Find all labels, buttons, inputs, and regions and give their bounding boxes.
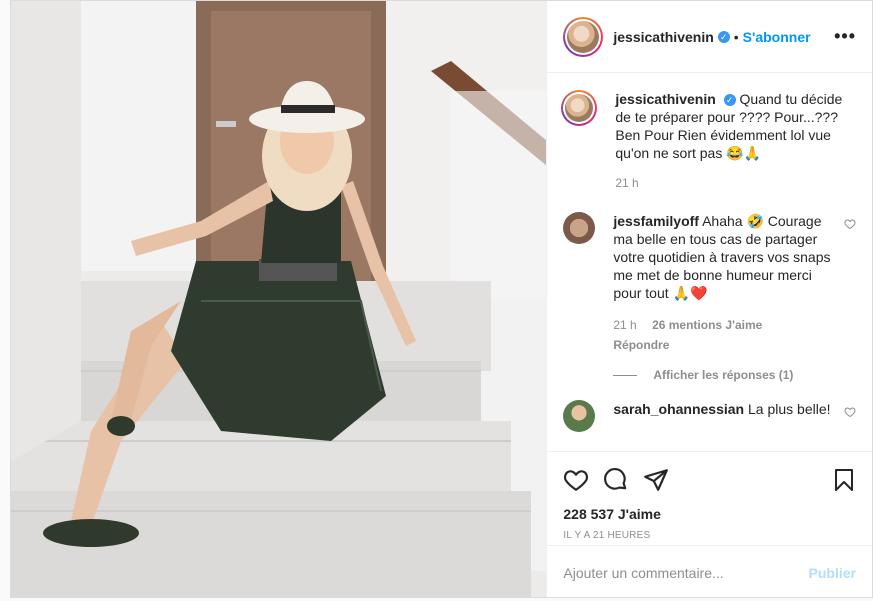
comment-username[interactable]: jessfamilyoff [613, 213, 699, 229]
caption-time[interactable]: 21 h [615, 174, 843, 192]
follow-button[interactable]: S'abonner [743, 29, 811, 45]
author-avatar[interactable] [563, 16, 604, 57]
reply-button[interactable]: Répondre [613, 338, 669, 352]
comment-like-heart-icon[interactable] [844, 406, 856, 418]
verified-badge-icon: ✓ [717, 30, 730, 43]
publish-button[interactable]: Publier [809, 565, 856, 581]
instagram-post: jessicathivenin ✓ • S'abonner ••• jessic… [10, 0, 873, 598]
post-timestamp: IL Y A 21 HEURES [563, 530, 651, 541]
caption-avatar[interactable] [561, 90, 598, 126]
author-username[interactable]: jessicathivenin [613, 29, 713, 45]
show-replies-button[interactable]: Afficher les réponses (1) [613, 368, 856, 382]
comment-text: La plus belle! [748, 401, 831, 417]
caption: jessicathivenin ✓ Quand tu décide de te … [561, 90, 856, 192]
comment-like-heart-icon[interactable] [844, 218, 856, 230]
separator-dot: • [733, 28, 739, 45]
show-replies-label: Afficher les réponses (1) [653, 368, 794, 382]
post-header: jessicathivenin ✓ • S'abonner ••• [547, 1, 872, 73]
comment-item: sarah_ohannessian La plus belle! [563, 400, 856, 432]
comment-input[interactable] [563, 564, 809, 581]
heart-icon[interactable] [563, 467, 589, 493]
add-comment-bar: Publier [547, 545, 872, 599]
likes-count[interactable]: 228 537 J'aime [563, 506, 856, 522]
more-options-icon[interactable]: ••• [834, 26, 856, 47]
comment-time[interactable]: 21 h [613, 318, 636, 332]
post-photo[interactable] [11, 1, 547, 597]
comments-list[interactable]: jessicathivenin ✓ Quand tu décide de te … [547, 74, 872, 450]
comment-icon[interactable] [603, 467, 629, 493]
comment-avatar[interactable] [563, 400, 596, 432]
post-side-panel: jessicathivenin ✓ • S'abonner ••• jessic… [546, 1, 872, 597]
post-actions: 228 537 J'aime IL Y A 21 HEURES [547, 451, 872, 541]
comment-username[interactable]: sarah_ohannessian [613, 401, 744, 417]
bookmark-icon[interactable] [832, 467, 856, 493]
verified-badge-icon: ✓ [723, 94, 736, 107]
comment-likes[interactable]: 26 mentions J'aime [652, 318, 762, 332]
caption-username[interactable]: jessicathivenin [615, 91, 715, 107]
share-icon[interactable] [643, 467, 669, 493]
comment-avatar[interactable] [563, 212, 596, 244]
comment-item: jessfamilyoff Ahaha 🤣 Courage ma belle e… [563, 212, 856, 354]
photo-illustration [11, 1, 547, 597]
